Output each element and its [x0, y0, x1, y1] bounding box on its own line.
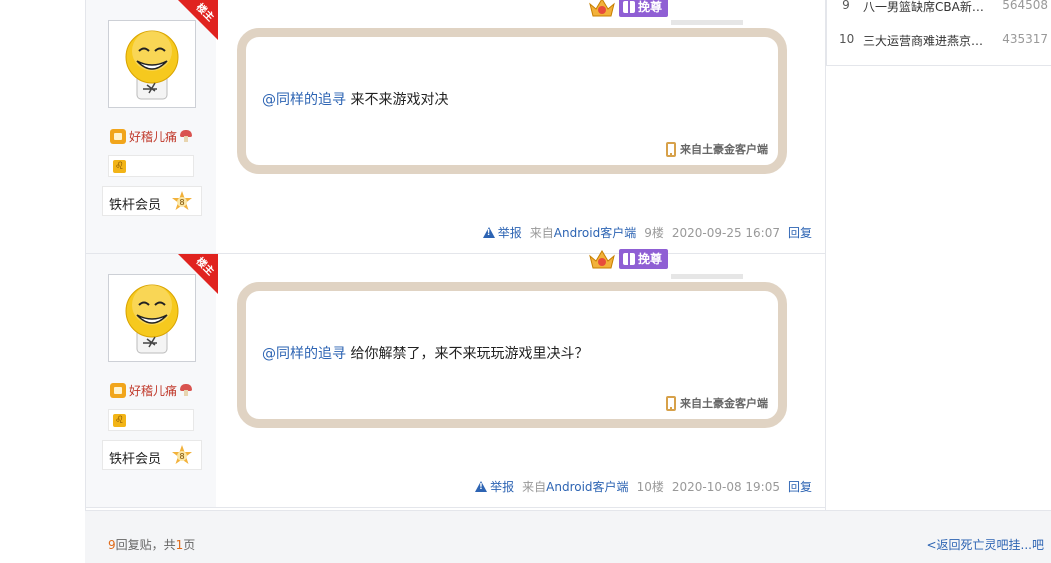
post-tools: 挽尊	[588, 248, 669, 270]
post-source: 来自Android客户端	[522, 478, 628, 495]
client-tag[interactable]: 来自土豪金客户端	[666, 395, 768, 411]
post-bubble: @同样的追寻 来不来游戏对决 来自土豪金客户端	[237, 28, 787, 174]
huanzun-label: 挽尊	[638, 0, 663, 14]
post-text: @同样的追寻 给你解禁了，来不来玩玩游戏里决斗？	[262, 343, 588, 363]
hot-topic-count: 435317	[1002, 32, 1048, 46]
reply-count-label: 回复贴，共	[115, 538, 176, 552]
warning-icon	[482, 227, 495, 238]
post-floor-10: 好稽儿痛 ♌ 铁杆会员 8 楼主 @同样的追寻 给你解禁了，来不来玩玩游戏里决斗…	[86, 254, 826, 508]
svg-text:8: 8	[179, 198, 184, 207]
hot-list-item[interactable]: 10 三大运营商难进燕京… 435317	[827, 32, 1051, 52]
gift-icon	[623, 253, 635, 265]
gender-box: ♌	[108, 155, 194, 177]
gender-box: ♌	[108, 409, 194, 431]
username[interactable]: 好稽儿痛	[110, 128, 193, 145]
post-tools: 挽尊	[588, 0, 669, 18]
gift-icon	[623, 1, 635, 13]
client-label: 来自土豪金客户端	[680, 143, 768, 156]
source-prefix: 来自	[529, 226, 554, 240]
username-text[interactable]: 好稽儿痛	[129, 128, 177, 145]
level-star-icon: 8	[172, 191, 192, 210]
vip-badge-icon	[110, 128, 126, 144]
reply-button[interactable]: 回复	[788, 478, 812, 495]
page-count-label: 页	[183, 538, 196, 552]
crown-icon[interactable]	[588, 248, 616, 270]
post-bubble: @同样的追寻 给你解禁了，来不来玩玩游戏里决斗？ 来自土豪金客户端	[237, 282, 787, 428]
hot-topic-count: 564508	[1002, 0, 1048, 12]
vip-badge-icon	[110, 382, 126, 398]
mention-link[interactable]: @同样的追寻	[262, 92, 346, 108]
post-meta: 举报 来自Android客户端 10楼 2020-10-08 19:05 回复	[475, 478, 812, 495]
divider	[671, 274, 743, 279]
rank-number: 9	[842, 0, 850, 12]
floor-owner-tag: 楼主	[178, 0, 218, 40]
post-content: @同样的追寻 来不来游戏对决 来自土豪金客户端 举报 来自Android客户端 …	[216, 0, 826, 253]
source-app-link[interactable]: Android客户端	[554, 226, 636, 240]
client-tag[interactable]: 来自土豪金客户端	[666, 141, 768, 157]
reply-count: 9回复贴，共1页	[108, 536, 195, 553]
post-floor-9: 好稽儿痛 ♌ 铁杆会员 8 楼主 @同样的追寻 来不来游戏对决 来自土豪金客户端…	[86, 0, 826, 254]
huanzun-label: 挽尊	[638, 252, 663, 266]
username-text[interactable]: 好稽儿痛	[129, 382, 177, 399]
mushroom-icon	[180, 384, 193, 396]
zodiac-icon: ♌	[113, 414, 126, 427]
divider	[671, 20, 743, 25]
rank-number: 10	[839, 32, 855, 46]
post-datetime: 2020-10-08 19:05	[671, 479, 780, 494]
reply-button[interactable]: 回复	[788, 224, 812, 241]
huanzun-button[interactable]: 挽尊	[619, 0, 669, 17]
zodiac-icon: ♌	[113, 160, 126, 173]
thread-list: 好稽儿痛 ♌ 铁杆会员 8 楼主 @同样的追寻 来不来游戏对决 来自土豪金客户端…	[85, 0, 826, 510]
hot-topic-title[interactable]: 三大运营商难进燕京…	[863, 32, 983, 49]
report-label: 举报	[490, 480, 515, 494]
member-level[interactable]: 铁杆会员 8	[102, 440, 202, 470]
member-level[interactable]: 铁杆会员 8	[102, 186, 202, 216]
client-label: 来自土豪金客户端	[680, 397, 768, 410]
post-body: 来不来游戏对决	[346, 92, 449, 108]
page: 9 八一男篮缺席CBA新… 564508 10 三大运营商难进燕京… 43531…	[0, 0, 1051, 563]
level-name: 铁杆会员	[109, 452, 162, 467]
back-to-forum-link[interactable]: <返回死亡灵吧挂...吧	[927, 536, 1045, 553]
report-button[interactable]: 举报	[475, 478, 514, 495]
crown-icon[interactable]	[588, 0, 616, 18]
warning-icon	[475, 481, 488, 492]
huanzun-button[interactable]: 挽尊	[619, 249, 669, 269]
report-button[interactable]: 举报	[482, 224, 522, 241]
post-source: 来自Android客户端	[530, 224, 636, 241]
post-content: @同样的追寻 给你解禁了，来不来玩玩游戏里决斗？ 来自土豪金客户端 举报 来自A…	[216, 254, 826, 507]
phone-icon	[666, 141, 676, 157]
report-label: 举报	[497, 226, 522, 240]
floor-number: 10楼	[636, 480, 664, 494]
post-text: @同样的追寻 来不来游戏对决	[262, 89, 448, 109]
source-prefix: 来自	[522, 480, 547, 494]
post-body: 给你解禁了，来不来玩玩游戏里决斗？	[346, 346, 589, 362]
floor-number: 9楼	[644, 226, 664, 240]
level-star-icon: 8	[172, 445, 192, 464]
hot-list-panel: 9 八一男篮缺席CBA新… 564508 10 三大运营商难进燕京… 43531…	[826, 0, 1051, 66]
username[interactable]: 好稽儿痛	[110, 382, 193, 399]
floor-owner-tag: 楼主	[178, 254, 218, 294]
mushroom-icon	[180, 130, 193, 142]
mention-link[interactable]: @同样的追寻	[262, 346, 346, 362]
reply-count-number: 9	[108, 538, 116, 552]
hot-list-item[interactable]: 9 八一男篮缺席CBA新… 564508	[827, 0, 1051, 18]
phone-icon	[666, 395, 676, 411]
post-datetime: 2020-09-25 16:07	[671, 225, 780, 240]
svg-text:8: 8	[179, 452, 184, 461]
hot-topic-title[interactable]: 八一男篮缺席CBA新…	[863, 0, 984, 15]
pager-footer: 9回复贴，共1页 <返回死亡灵吧挂...吧	[85, 510, 1051, 563]
post-meta: 举报 来自Android客户端 9楼 2020-09-25 16:07 回复	[482, 224, 812, 241]
level-name: 铁杆会员	[109, 198, 162, 213]
source-app-link[interactable]: Android客户端	[546, 480, 628, 494]
